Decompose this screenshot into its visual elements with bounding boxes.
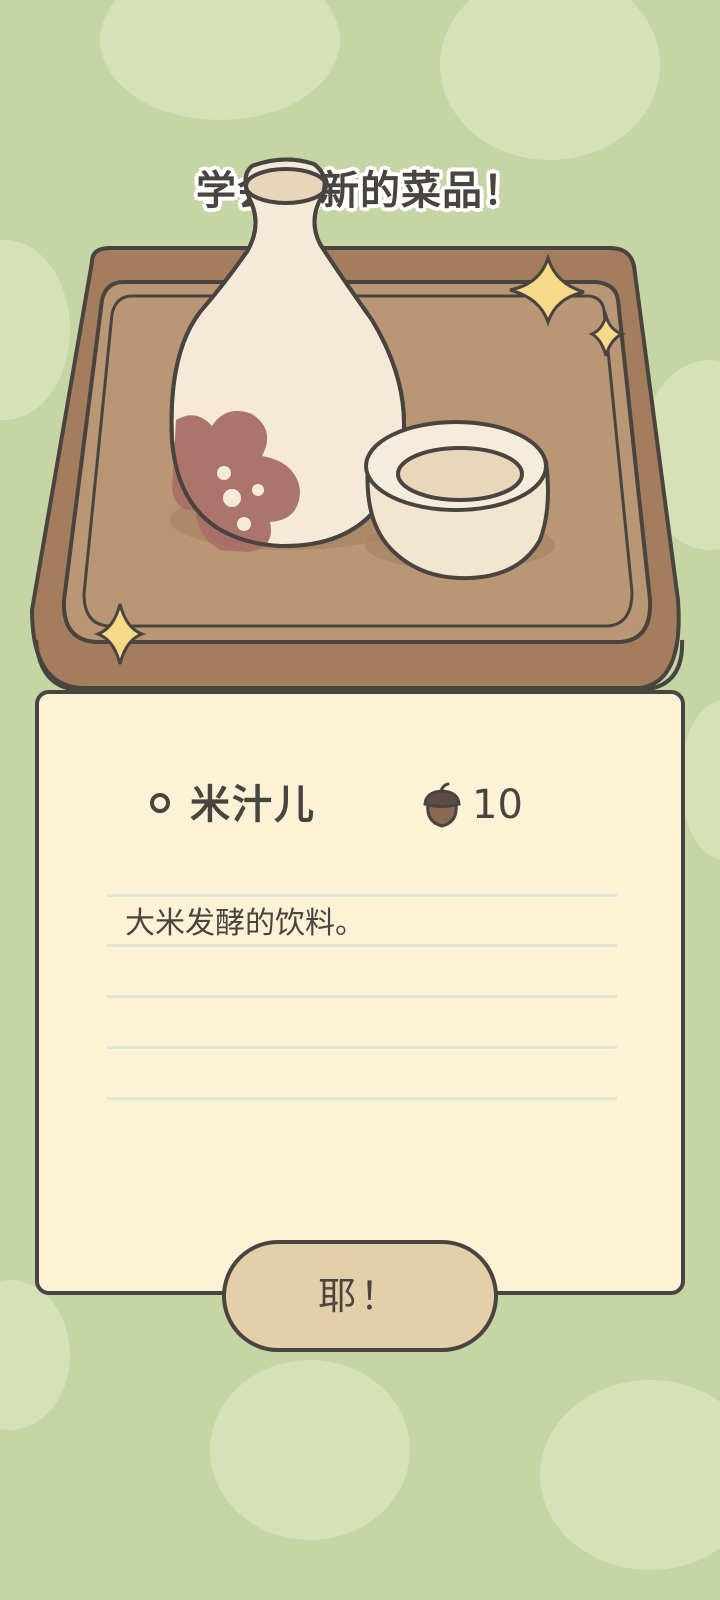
ruled-line <box>107 944 617 947</box>
ruled-line <box>107 995 617 998</box>
background-cloud <box>440 0 660 160</box>
dish-artwork <box>29 157 685 692</box>
item-description: 大米发酵的饮料。 <box>125 906 365 941</box>
background-cloud <box>100 0 340 120</box>
acorn-icon <box>423 782 461 828</box>
ruled-line <box>107 894 617 897</box>
bullet-icon <box>150 793 170 813</box>
confirm-button[interactable]: 耶！ <box>222 1240 498 1352</box>
item-name: 米汁儿 <box>190 782 316 828</box>
background-cloud <box>0 1280 70 1430</box>
item-price: 10 <box>472 782 523 828</box>
background-cloud <box>680 700 720 860</box>
item-header-row: 米汁儿 10 <box>110 780 610 830</box>
background-cloud <box>540 1380 720 1570</box>
confirm-button-label: 耶！ <box>317 1274 402 1318</box>
ruled-line <box>107 1046 617 1049</box>
ruled-line <box>107 1097 617 1100</box>
game-screen: 学会做新的菜品！ 米汁儿 10 大米发酵的饮料。 耶！ <box>0 0 720 1600</box>
background-cloud <box>210 1360 410 1540</box>
